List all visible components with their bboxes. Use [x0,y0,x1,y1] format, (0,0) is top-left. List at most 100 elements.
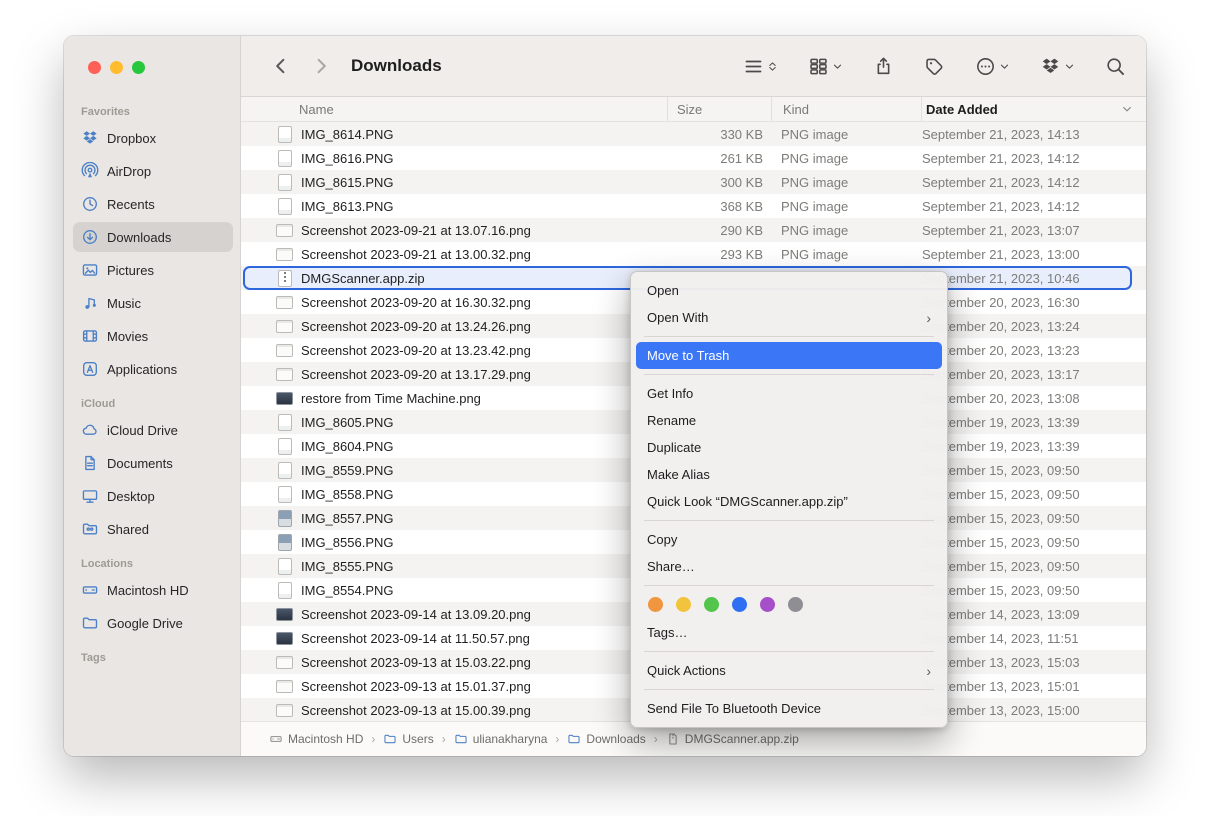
sidebar-item-dropbox[interactable]: Dropbox [73,123,233,153]
file-name: IMG_8559.PNG [301,463,394,478]
sidebar-item-label: Music [107,296,141,311]
screenshot-file-icon [276,246,293,263]
tag-button[interactable] [924,56,945,77]
image-file-icon [276,198,293,215]
minimize-button[interactable] [110,61,123,74]
table-row[interactable]: IMG_8616.PNG261 KBPNG imageSeptember 21,… [241,146,1146,170]
sidebar-item-label: Applications [107,362,177,377]
menu-item-open[interactable]: Open [636,277,942,304]
sidebar-item-icloud-drive[interactable]: iCloud Drive [73,415,233,445]
file-name-cell: Screenshot 2023-09-20 at 13.23.42.png [241,338,667,362]
photo-file-icon [276,510,293,527]
sort-direction-icon[interactable] [1121,103,1133,115]
menu-item-duplicate[interactable]: Duplicate [636,434,942,461]
menu-item-make-alias[interactable]: Make Alias [636,461,942,488]
breadcrumb-separator: › [555,732,559,746]
file-size: 290 KB [667,218,763,242]
dropbox-button[interactable] [1040,56,1075,77]
sidebar-item-shared[interactable]: Shared [73,514,233,544]
share-icon [873,56,894,77]
table-row[interactable]: IMG_8613.PNG368 KBPNG imageSeptember 21,… [241,194,1146,218]
sidebar-item-music[interactable]: Music [73,288,233,318]
table-row[interactable]: Screenshot 2023-09-21 at 13.07.16.png290… [241,218,1146,242]
file-name-cell: IMG_8604.PNG [241,434,667,458]
breadcrumb-users[interactable]: Users [383,732,433,746]
breadcrumb-separator: › [654,732,658,746]
forward-button[interactable] [307,52,335,80]
breadcrumb-downloads[interactable]: Downloads [567,732,645,746]
table-row[interactable]: Screenshot 2023-09-21 at 13.00.32.png293… [241,242,1146,266]
more-actions-button[interactable] [975,56,1010,77]
file-date: September 21, 2023, 14:13 [922,122,1146,146]
menu-item-label: Make Alias [647,467,931,482]
group-by-button[interactable] [808,56,843,77]
table-row[interactable]: IMG_8614.PNG330 KBPNG imageSeptember 21,… [241,122,1146,146]
menu-item-open-with[interactable]: Open With› [636,304,942,331]
tag-color-dot[interactable] [788,597,803,612]
sidebar-item-applications[interactable]: Applications [73,354,233,384]
file-name: Screenshot 2023-09-13 at 15.01.37.png [301,679,531,694]
share-button[interactable] [873,56,894,77]
sidebar-section-label: iCloud [81,398,233,410]
file-date: September 14, 2023, 11:51 [922,626,1146,650]
menu-tag-colors [631,591,947,617]
column-header-name[interactable]: Name [241,97,667,121]
file-name-cell: Screenshot 2023-09-21 at 13.07.16.png [241,218,667,242]
menu-item-tags[interactable]: Tags… [636,619,942,646]
breadcrumb-dmgscanner-app-zip[interactable]: DMGScanner.app.zip [666,732,799,746]
screenshot-file-icon [276,678,293,695]
close-button[interactable] [88,61,101,74]
menu-item-rename[interactable]: Rename [636,407,942,434]
back-button[interactable] [267,52,295,80]
menu-item-move-to-trash[interactable]: Move to Trash [636,342,942,369]
tag-color-dot[interactable] [732,597,747,612]
sidebar-item-desktop[interactable]: Desktop [73,481,233,511]
sidebar-item-google-drive[interactable]: Google Drive [73,608,233,638]
file-date: September 21, 2023, 13:07 [922,218,1146,242]
breadcrumb-ulianakharyna[interactable]: ulianakharyna [454,732,548,746]
file-name-cell: Screenshot 2023-09-14 at 11.50.57.png [241,626,667,650]
sidebar-item-pictures[interactable]: Pictures [73,255,233,285]
sidebar-item-recents[interactable]: Recents [73,189,233,219]
sidebar-item-downloads[interactable]: Downloads [73,222,233,252]
tag-color-dot[interactable] [676,597,691,612]
column-header-kind[interactable]: Kind [771,97,921,121]
sidebar-item-movies[interactable]: Movies [73,321,233,351]
column-headers: Name Size Kind Date Added [241,97,1146,122]
file-name: Screenshot 2023-09-13 at 15.00.39.png [301,703,531,718]
menu-item-quick-look-dmgscanner-app-zip[interactable]: Quick Look “DMGScanner.app.zip” [636,488,942,515]
folder-icon [567,732,581,746]
file-name-cell: Screenshot 2023-09-20 at 16.30.32.png [241,290,667,314]
tag-color-dot[interactable] [760,597,775,612]
file-name: restore from Time Machine.png [301,391,481,406]
menu-item-quick-actions[interactable]: Quick Actions› [636,657,942,684]
file-name: IMG_8554.PNG [301,583,394,598]
search-button[interactable] [1105,56,1126,77]
screenshot-file-icon [276,222,293,239]
column-header-date-added[interactable]: Date Added [921,97,1146,121]
view-list-button[interactable] [743,56,778,77]
file-date: September 15, 2023, 09:50 [922,554,1146,578]
zoom-button[interactable] [132,61,145,74]
menu-item-share[interactable]: Share… [636,553,942,580]
tag-color-dot[interactable] [648,597,663,612]
folder-icon [454,732,468,746]
sidebar-item-airdrop[interactable]: AirDrop [73,156,233,186]
folder-icon [383,732,397,746]
menu-item-send-file-to-bluetooth-device[interactable]: Send File To Bluetooth Device [636,695,942,722]
sidebar-item-label: Downloads [107,230,171,245]
file-name: IMG_8556.PNG [301,535,394,550]
sidebar-section-label: Tags [81,652,233,664]
file-kind: PNG image [781,242,921,266]
sidebar-item-macintosh-hd[interactable]: Macintosh HD [73,575,233,605]
sidebar-item-documents[interactable]: Documents [73,448,233,478]
download-circle-icon [81,228,99,246]
breadcrumb-macintosh-hd[interactable]: Macintosh HD [269,732,363,746]
menu-item-get-info[interactable]: Get Info [636,380,942,407]
file-date: September 20, 2023, 13:24 [922,314,1146,338]
table-row[interactable]: IMG_8615.PNG300 KBPNG imageSeptember 21,… [241,170,1146,194]
column-header-size[interactable]: Size [667,97,771,121]
tag-color-dot[interactable] [704,597,719,612]
file-date: September 14, 2023, 13:09 [922,602,1146,626]
menu-item-copy[interactable]: Copy [636,526,942,553]
